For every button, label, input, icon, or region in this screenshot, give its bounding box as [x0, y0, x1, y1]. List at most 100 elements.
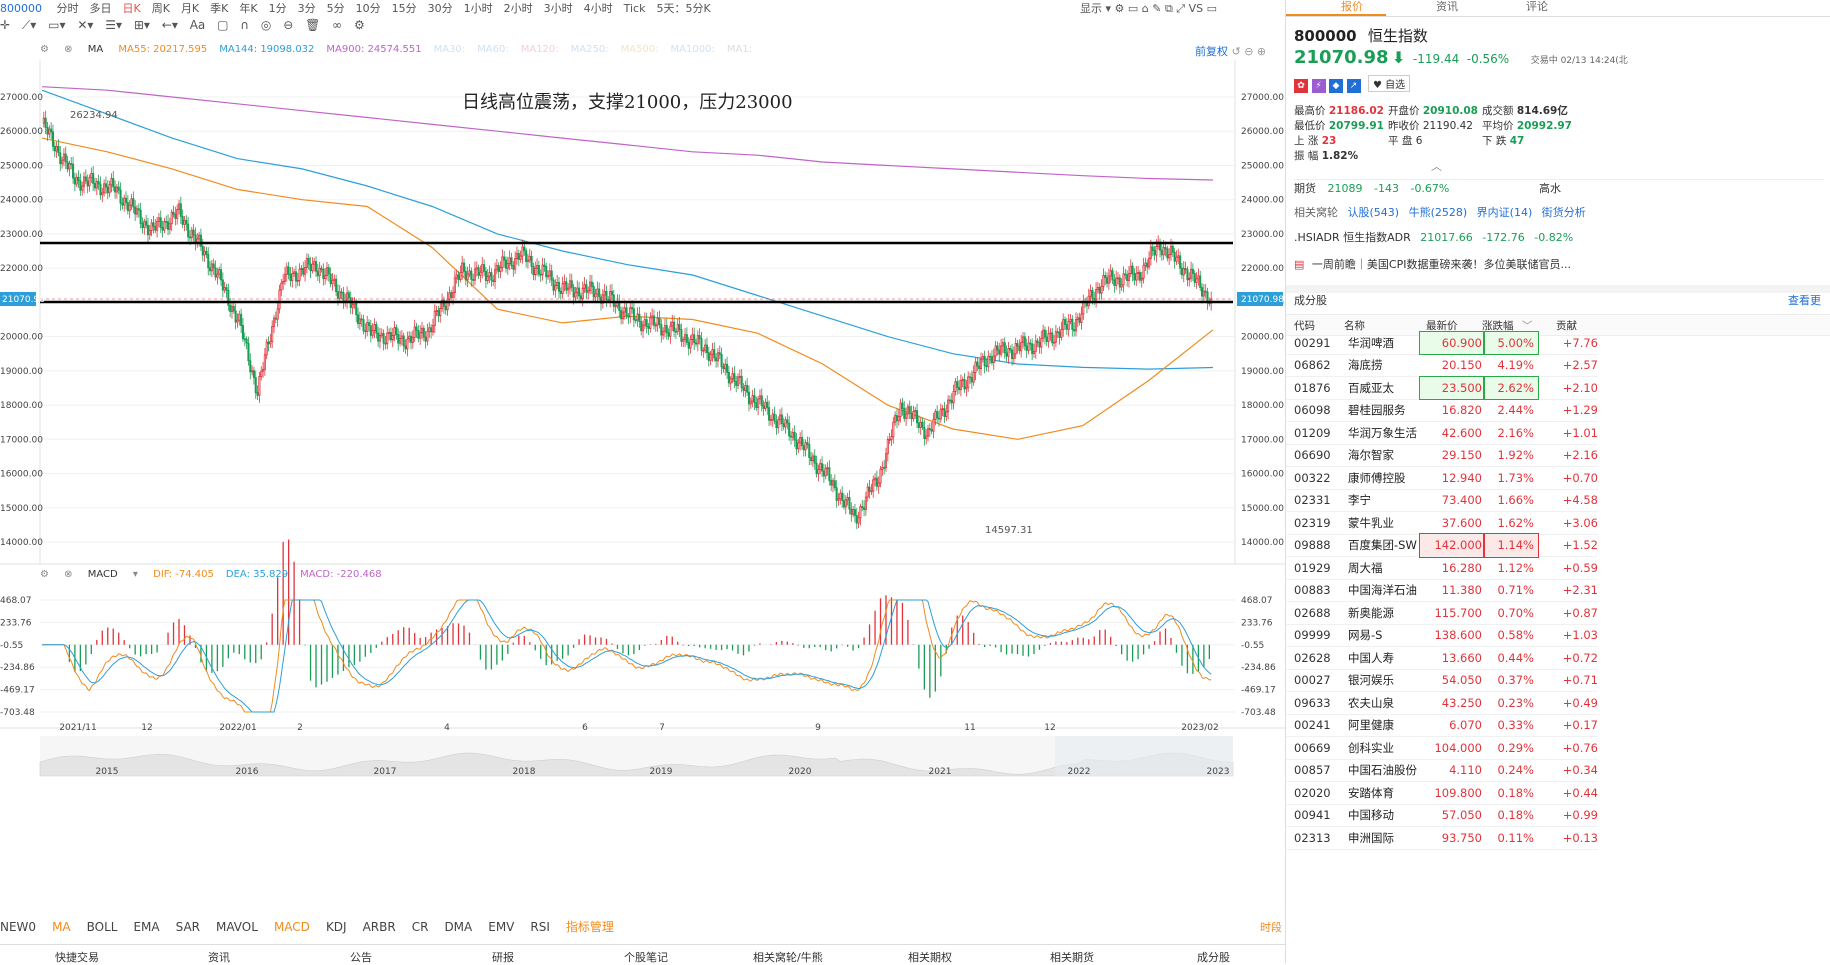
- period-tab[interactable]: 30分: [428, 2, 453, 15]
- candle-body[interactable]: [926, 428, 930, 437]
- candle-body[interactable]: [868, 486, 871, 492]
- candle-body[interactable]: [884, 453, 888, 469]
- candle-body[interactable]: [1151, 246, 1154, 251]
- candle-body[interactable]: [371, 330, 374, 336]
- candle-body[interactable]: [861, 506, 864, 509]
- candle-body[interactable]: [1029, 342, 1032, 345]
- period-tab[interactable]: 日K: [123, 2, 141, 15]
- candle-body[interactable]: [921, 421, 924, 428]
- candle-body[interactable]: [325, 267, 329, 276]
- tab-quote[interactable]: 报价: [1341, 0, 1363, 14]
- candle-body[interactable]: [70, 163, 73, 165]
- indicator-tab[interactable]: EMV: [488, 920, 514, 934]
- candle-body[interactable]: [181, 216, 184, 225]
- candle-body[interactable]: [1071, 318, 1074, 330]
- candle-body[interactable]: [718, 352, 721, 355]
- channel-tool-icon[interactable]: ☰▾: [105, 18, 122, 32]
- table-row[interactable]: 06690 海尔智家 29.150 1.92% +2.16: [1286, 444, 1598, 467]
- candle-body[interactable]: [1054, 331, 1057, 343]
- candle-body[interactable]: [769, 419, 772, 421]
- candle-body[interactable]: [883, 466, 886, 469]
- comment-tool-icon[interactable]: ▢: [217, 18, 228, 32]
- indicator-tab[interactable]: RSI: [530, 920, 550, 934]
- candle-body[interactable]: [389, 332, 392, 341]
- candle-body[interactable]: [866, 486, 869, 498]
- candle-body[interactable]: [1177, 255, 1180, 258]
- candle-body[interactable]: [1031, 343, 1034, 355]
- candle-body[interactable]: [252, 370, 255, 379]
- candle-body[interactable]: [88, 177, 91, 187]
- candle-body[interactable]: [1038, 342, 1041, 348]
- ma-legend-item[interactable]: MA120:: [521, 44, 559, 55]
- period-tab[interactable]: Tick: [624, 2, 646, 15]
- col-name[interactable]: 名称: [1344, 318, 1365, 333]
- candle-body[interactable]: [777, 419, 780, 429]
- candle-body[interactable]: [497, 265, 500, 272]
- candle-body[interactable]: [1129, 265, 1132, 274]
- candle-body[interactable]: [1115, 277, 1118, 286]
- tab-news[interactable]: 资讯: [1436, 0, 1458, 14]
- period-tab[interactable]: 多日: [90, 2, 112, 15]
- candle-body[interactable]: [156, 221, 159, 231]
- indicator-tab[interactable]: BOLL: [87, 920, 118, 934]
- candle-body[interactable]: [684, 334, 687, 341]
- candle-body[interactable]: [283, 273, 287, 282]
- candle-body[interactable]: [320, 267, 323, 270]
- candle-body[interactable]: [1133, 273, 1136, 281]
- candle-body[interactable]: [901, 402, 904, 409]
- candle-body[interactable]: [382, 333, 385, 344]
- candle-body[interactable]: [782, 423, 785, 428]
- candle-body[interactable]: [1042, 329, 1045, 339]
- candle-body[interactable]: [393, 327, 396, 336]
- candle-body[interactable]: [426, 330, 429, 342]
- candle-body[interactable]: [132, 198, 135, 208]
- candle-body[interactable]: [1098, 286, 1101, 294]
- candle-body[interactable]: [817, 469, 820, 475]
- candle-body[interactable]: [1169, 245, 1173, 256]
- candle-body[interactable]: [199, 234, 202, 247]
- candle-body[interactable]: [605, 290, 608, 301]
- candle-body[interactable]: [409, 335, 413, 343]
- candle-body[interactable]: [157, 217, 160, 222]
- candle-body[interactable]: [733, 373, 736, 382]
- candle-body[interactable]: [165, 221, 168, 223]
- candle-body[interactable]: [104, 183, 107, 188]
- candle-body[interactable]: [804, 442, 807, 451]
- candle-body[interactable]: [508, 257, 511, 264]
- candle-body[interactable]: [543, 264, 546, 267]
- candle-body[interactable]: [625, 307, 628, 317]
- candle-body[interactable]: [73, 177, 76, 185]
- candle-body[interactable]: [1067, 321, 1070, 330]
- candle-body[interactable]: [897, 416, 900, 422]
- macd-label[interactable]: MACD: [88, 569, 118, 580]
- candle-body[interactable]: [324, 275, 327, 279]
- candle-body[interactable]: [651, 315, 654, 319]
- candle-body[interactable]: [1142, 265, 1145, 279]
- candle-body[interactable]: [360, 318, 363, 321]
- candle-body[interactable]: [400, 335, 403, 339]
- candle-body[interactable]: [479, 271, 482, 276]
- period-tab[interactable]: 10分: [356, 2, 381, 15]
- period-tab[interactable]: 1分: [269, 2, 287, 15]
- candle-body[interactable]: [1104, 275, 1107, 279]
- candle-body[interactable]: [1065, 324, 1068, 330]
- candle-body[interactable]: [1182, 268, 1185, 276]
- indicator-tab[interactable]: CR: [412, 920, 429, 934]
- candle-body[interactable]: [117, 186, 120, 191]
- candle-body[interactable]: [481, 264, 484, 273]
- candle-body[interactable]: [985, 365, 988, 368]
- candle-body[interactable]: [355, 302, 358, 316]
- candle-body[interactable]: [137, 208, 140, 211]
- candle-body[interactable]: [848, 497, 851, 510]
- table-row[interactable]: 02331 李宁 73.400 1.66% +4.58: [1286, 489, 1598, 512]
- candle-body[interactable]: [304, 267, 307, 275]
- candle-body[interactable]: [1076, 317, 1079, 320]
- col-code[interactable]: 代码: [1294, 318, 1315, 333]
- candle-body[interactable]: [828, 467, 831, 481]
- candle-body[interactable]: [689, 339, 692, 349]
- candle-body[interactable]: [550, 270, 553, 281]
- table-row[interactable]: 00027 银河娱乐 54.050 0.37% +0.71: [1286, 669, 1598, 692]
- ma-legend-item[interactable]: MA55: 20217.595: [118, 44, 207, 55]
- candle-body[interactable]: [298, 268, 301, 281]
- candle-body[interactable]: [1113, 279, 1116, 286]
